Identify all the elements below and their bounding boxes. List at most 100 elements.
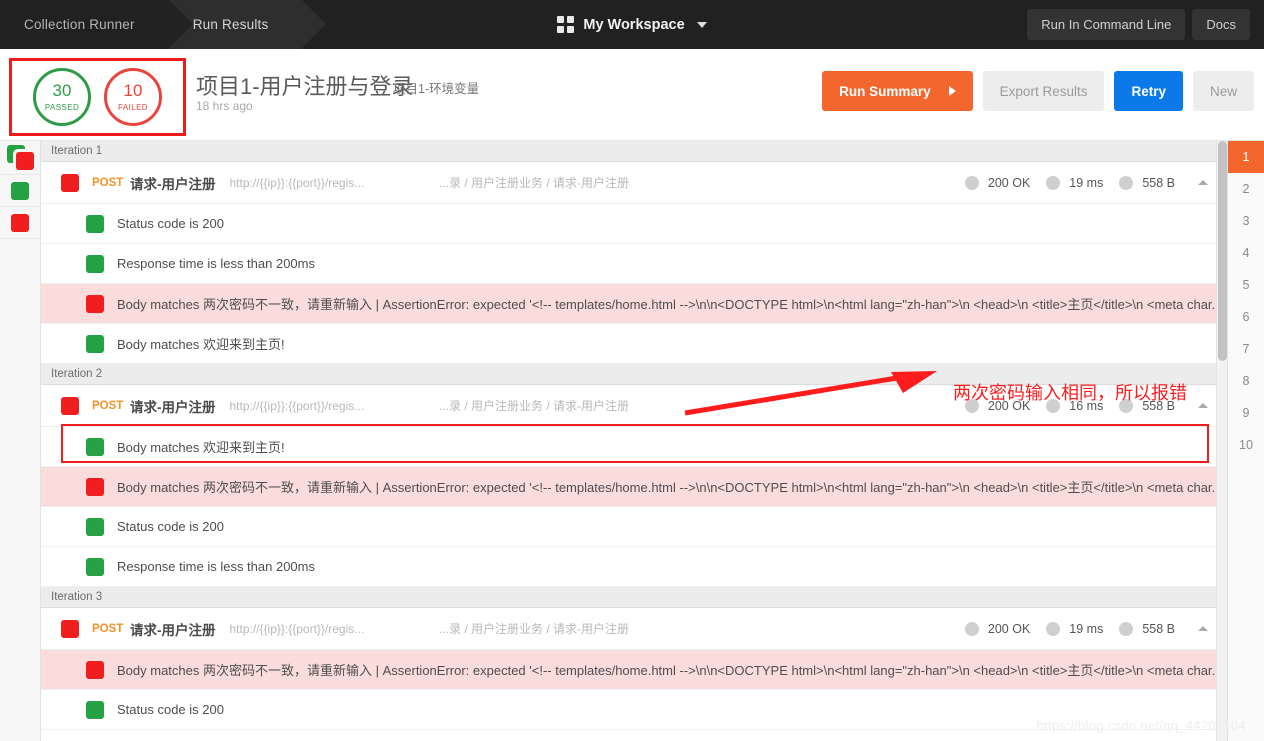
request-method: POST (92, 177, 130, 189)
status-pair-icon (7, 145, 34, 170)
request-path: ...录 / 用户注册业务 / 请求-用户注册 (439, 174, 629, 191)
iteration-nav-item-7[interactable]: 7 (1228, 333, 1264, 365)
export-results-button[interactable]: Export Results (983, 71, 1105, 111)
summary-action-buttons: Run Summary Export Results Retry New (822, 71, 1254, 111)
test-row: Response time is less than 200ms (41, 547, 1227, 587)
retry-button[interactable]: Retry (1114, 71, 1183, 111)
test-row: Response time is less than 200ms (41, 244, 1227, 284)
request-method: POST (92, 623, 130, 635)
iteration-header: Iteration 3 (41, 587, 1227, 608)
request-url: http://{{ip}}:{{port}}/regis... (230, 622, 365, 636)
run-in-command-line-button[interactable]: Run In Command Line (1027, 9, 1185, 40)
test-label: Body matches 两次密码不一致，请重新输入 | AssertionEr… (117, 660, 1222, 679)
iteration-nav-item-3[interactable]: 3 (1228, 205, 1264, 237)
iteration-nav-item-1[interactable]: 1 (1228, 141, 1264, 173)
results-scrollbar[interactable] (1216, 141, 1227, 741)
test-row-failed: Body matches 两次密码不一致，请重新输入 | AssertionEr… (41, 284, 1227, 324)
rail-cell-failed-filter[interactable] (0, 207, 40, 239)
size-dot-icon (1119, 176, 1133, 190)
metric-status: 200 OK (965, 176, 1030, 190)
request-url: http://{{ip}}:{{port}}/regis... (230, 176, 365, 190)
time-dot-icon (1046, 176, 1060, 190)
size-dot-icon (1119, 622, 1133, 636)
test-label: Response time is less than 200ms (117, 256, 315, 271)
environment-name: 项目1-环境变量 (393, 78, 479, 97)
watermark: https://blog.csdn.net/qq_44202104 (1037, 718, 1246, 733)
chevron-down-icon (697, 22, 707, 28)
test-row: Status code is 200 (41, 507, 1227, 547)
iteration-nav-item-4[interactable]: 4 (1228, 237, 1264, 269)
test-label: Body matches 两次密码不一致，请重新输入 | AssertionEr… (117, 477, 1222, 496)
test-label: Status code is 200 (117, 519, 224, 534)
request-name: 请求-用户注册 (130, 173, 216, 193)
test-row-failed: Body matches 两次密码不一致，请重新输入 | AssertionEr… (41, 650, 1227, 690)
iteration-header: Iteration 1 (41, 141, 1227, 162)
iteration-nav-rail: 1 2 3 4 5 6 7 8 9 10 (1227, 141, 1264, 741)
passed-label: PASSED (45, 103, 79, 112)
test-row-failed: Body matches 两次密码不一致，请重新输入 | AssertionEr… (41, 467, 1227, 507)
iteration-nav-item-8[interactable]: 8 (1228, 365, 1264, 397)
run-summary-header: 30 PASSED 10 FAILED 项目1-用户注册与登录 项目1-环境变量… (0, 49, 1264, 141)
grid-icon (557, 16, 574, 33)
top-right-buttons: Run In Command Line Docs (1027, 0, 1250, 49)
top-header-bar: Collection Runner Run Results My Workspa… (0, 0, 1264, 49)
chevron-up-icon[interactable] (1198, 180, 1208, 185)
test-pass-icon (86, 215, 104, 233)
tab-run-results-label: Run Results (193, 17, 269, 32)
tab-collection-runner-label: Collection Runner (24, 17, 135, 32)
tab-arrow-shape (302, 0, 326, 48)
request-url: http://{{ip}}:{{port}}/regis... (230, 399, 365, 413)
test-row: Status code is 200 (41, 204, 1227, 244)
chevron-right-icon (949, 86, 956, 96)
iteration-nav-item-6[interactable]: 6 (1228, 301, 1264, 333)
test-fail-icon (86, 661, 104, 679)
request-row[interactable]: POST 请求-用户注册 http://{{ip}}:{{port}}/regi… (41, 608, 1227, 650)
status-value: 200 OK (988, 176, 1030, 190)
request-name: 请求-用户注册 (130, 396, 216, 416)
test-label: Response time is less than 200ms (117, 559, 315, 574)
failed-stat: 10 FAILED (104, 68, 162, 126)
annotation-arrow-2 (681, 369, 941, 417)
green-status-icon (11, 182, 29, 200)
docs-button[interactable]: Docs (1192, 9, 1250, 40)
chevron-up-icon[interactable] (1198, 403, 1208, 408)
red-status-icon (16, 152, 34, 170)
iteration-nav-item-10[interactable]: 10 (1228, 429, 1264, 461)
request-status-icon (61, 620, 79, 638)
chevron-up-icon[interactable] (1198, 626, 1208, 631)
run-summary-button[interactable]: Run Summary (822, 71, 973, 111)
failed-label: FAILED (118, 103, 148, 112)
request-method: POST (92, 400, 130, 412)
iteration-nav-item-5[interactable]: 5 (1228, 269, 1264, 301)
collection-title: 项目1-用户注册与登录 (196, 69, 414, 101)
test-pass-icon (86, 438, 104, 456)
test-pass-icon (86, 701, 104, 719)
request-path: ...录 / 用户注册业务 / 请求-用户注册 (439, 620, 629, 637)
scrollbar-thumb[interactable] (1218, 141, 1227, 361)
metric-time: 19 ms (1046, 622, 1103, 636)
iteration-nav-item-2[interactable]: 2 (1228, 173, 1264, 205)
status-dot-icon (965, 176, 979, 190)
size-value: 558 B (1142, 176, 1175, 190)
request-metrics: 200 OK 19 ms 558 B (965, 176, 1175, 190)
test-row: Body matches 欢迎来到主页! (41, 324, 1227, 364)
failed-count: 10 (124, 82, 143, 99)
test-label: Status code is 200 (117, 216, 224, 231)
request-row[interactable]: POST 请求-用户注册 http://{{ip}}:{{port}}/regi… (41, 162, 1227, 204)
stats-highlight-box: 30 PASSED 10 FAILED (9, 58, 186, 136)
new-button[interactable]: New (1193, 71, 1254, 111)
test-fail-icon (86, 478, 104, 496)
rail-cell-passed-filter[interactable] (0, 175, 40, 207)
status-value: 200 OK (988, 622, 1030, 636)
status-dot-icon (965, 622, 979, 636)
test-fail-icon (86, 295, 104, 313)
tab-arrow-shape (169, 0, 193, 48)
workspace-selector[interactable]: My Workspace (557, 16, 706, 33)
tab-collection-runner[interactable]: Collection Runner (0, 0, 169, 49)
request-metrics: 200 OK 19 ms 558 B (965, 622, 1175, 636)
metric-size: 558 B (1119, 622, 1175, 636)
iteration-nav-item-9[interactable]: 9 (1228, 397, 1264, 429)
request-status-icon (61, 174, 79, 192)
workspace-name: My Workspace (583, 17, 684, 33)
test-pass-icon (86, 335, 104, 353)
